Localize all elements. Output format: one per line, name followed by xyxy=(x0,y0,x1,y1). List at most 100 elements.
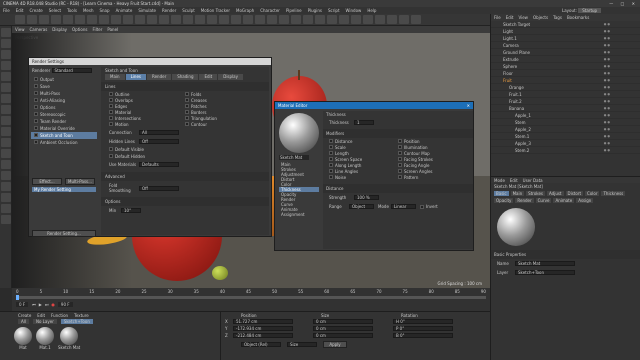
rotation-field[interactable]: P 0° xyxy=(393,326,453,331)
tab-lines[interactable]: Lines xyxy=(125,74,146,80)
line-type-checkbox[interactable] xyxy=(185,98,189,102)
object-row[interactable]: Light.1 ● ● xyxy=(491,35,640,42)
line-type-checkbox[interactable] xyxy=(109,104,113,108)
line-type-checkbox[interactable] xyxy=(185,122,189,126)
menu-render[interactable]: Render xyxy=(162,7,176,14)
range-dropdown[interactable]: Object xyxy=(349,204,374,209)
render-settings-item[interactable]: Multi-Pass xyxy=(31,90,97,97)
size-mode-dropdown[interactable]: Size xyxy=(287,342,317,347)
thickness-field[interactable]: 1 xyxy=(354,120,374,125)
material-menu-item[interactable]: Create xyxy=(18,313,31,318)
modifier-checkbox[interactable] xyxy=(398,145,402,149)
visibility-dots-icon[interactable]: ● ● xyxy=(604,112,610,119)
toolbar-tool-icon[interactable] xyxy=(231,15,241,24)
menu-animate[interactable]: Animate xyxy=(116,7,133,14)
visibility-dots-icon[interactable]: ● ● xyxy=(604,84,610,91)
material-filter-tag[interactable]: All xyxy=(18,318,29,324)
render-settings-item-checkbox[interactable] xyxy=(34,91,38,95)
object-row[interactable]: Light ● ● xyxy=(491,28,640,35)
modifier-checkbox[interactable] xyxy=(329,139,333,143)
attributes-tab[interactable]: Curve xyxy=(535,198,552,203)
apply-button[interactable]: Apply xyxy=(323,341,347,348)
attributes-tab[interactable]: Strokes xyxy=(526,191,545,196)
render-settings-item[interactable]: Anti-Aliasing xyxy=(31,97,97,104)
toolbar-tool-icon[interactable] xyxy=(147,15,157,24)
tab-edit[interactable]: Edit xyxy=(199,74,218,80)
toolbar-tool-icon[interactable] xyxy=(135,15,145,24)
visibility-dots-icon[interactable]: ● ● xyxy=(604,147,610,154)
multipass-button[interactable]: Multi-Pass... xyxy=(65,178,95,185)
render-settings-item-checkbox[interactable] xyxy=(34,105,38,109)
go-start-icon[interactable]: ⏮ xyxy=(32,302,36,307)
render-settings-item-checkbox[interactable] xyxy=(34,119,38,123)
object-row[interactable]: Stem.1 ● ● xyxy=(491,133,640,140)
modifier-checkbox[interactable] xyxy=(329,169,333,173)
render-settings-item[interactable]: Output xyxy=(31,76,97,83)
tab-render[interactable]: Render xyxy=(146,74,172,80)
material-menu-item[interactable]: Texture xyxy=(74,313,89,318)
material-filter-tag[interactable]: No Layer xyxy=(32,318,57,324)
object-row[interactable]: Fruit.2 ● ● xyxy=(491,98,640,105)
invert-checkbox[interactable] xyxy=(419,204,424,209)
toolbar-tool-icon[interactable] xyxy=(183,15,193,24)
layer-field[interactable]: Sketch+Toon xyxy=(515,270,575,275)
attributes-menu-item[interactable]: User Data xyxy=(523,178,543,183)
toolbar-tool-icon[interactable] xyxy=(375,15,385,24)
render-settings-item-checkbox[interactable] xyxy=(34,140,38,144)
toolbar-tool-icon[interactable] xyxy=(219,15,229,24)
toolbar-tool-icon[interactable] xyxy=(387,15,397,24)
material-menu-item[interactable]: Function xyxy=(51,313,68,318)
default-hidden-checkbox[interactable] xyxy=(109,154,113,158)
object-menu-item[interactable]: Bookmarks xyxy=(567,15,589,20)
line-type-checkbox[interactable] xyxy=(185,104,189,108)
default-visible-checkbox[interactable] xyxy=(109,147,113,151)
tab-display[interactable]: Display xyxy=(218,74,243,80)
visibility-dots-icon[interactable]: ● ● xyxy=(604,42,610,49)
modifier-checkbox[interactable] xyxy=(329,145,333,149)
menu-help[interactable]: Help xyxy=(367,7,376,14)
object-menu-item[interactable]: Tags xyxy=(553,15,562,20)
viewport-menu-cameras[interactable]: Cameras xyxy=(30,26,48,33)
menu-snap[interactable]: Snap xyxy=(99,7,109,14)
attributes-tab[interactable]: Thickness xyxy=(601,191,626,196)
render-settings-item[interactable]: Options xyxy=(31,104,97,111)
object-row[interactable]: Stem ● ● xyxy=(491,119,640,126)
toolbar-tool-icon[interactable] xyxy=(303,15,313,24)
toolbar-tool-icon[interactable] xyxy=(279,15,289,24)
visibility-dots-icon[interactable]: ● ● xyxy=(604,63,610,70)
mode-tool-icon[interactable] xyxy=(1,215,11,224)
toolbar-tool-icon[interactable] xyxy=(27,15,37,24)
visibility-dots-icon[interactable]: ● ● xyxy=(604,126,610,133)
toolbar-tool-icon[interactable] xyxy=(15,15,25,24)
render-settings-item-checkbox[interactable] xyxy=(34,133,38,137)
menu-select[interactable]: Select xyxy=(49,7,61,14)
line-type-checkbox[interactable] xyxy=(185,110,189,114)
attributes-tab[interactable]: Basic xyxy=(494,191,509,196)
attributes-tab[interactable]: Assign xyxy=(576,198,594,203)
object-menu-item[interactable]: View xyxy=(518,15,528,20)
visibility-dots-icon[interactable]: ● ● xyxy=(604,98,610,105)
material-swatch[interactable]: Sketch Mat xyxy=(58,327,80,350)
object-row[interactable]: Apple_3 ● ● xyxy=(491,140,640,147)
line-type-checkbox[interactable] xyxy=(109,92,113,96)
render-settings-titlebar[interactable]: Render Settings xyxy=(29,58,271,65)
line-type-checkbox[interactable] xyxy=(109,116,113,120)
modifier-checkbox[interactable] xyxy=(398,175,402,179)
toolbar-tool-icon[interactable] xyxy=(195,15,205,24)
modifier-checkbox[interactable] xyxy=(329,163,333,167)
mode-tool-icon[interactable] xyxy=(1,105,11,114)
viewport-menu-view[interactable]: View xyxy=(15,26,25,33)
material-menu-item[interactable]: Edit xyxy=(37,313,45,318)
use-materials-dropdown[interactable]: Defaults xyxy=(139,162,179,167)
timeline-track[interactable] xyxy=(16,296,486,299)
material-swatch[interactable]: Mat xyxy=(14,327,32,350)
toolbar-tool-icon[interactable] xyxy=(63,15,73,24)
render-setting-button[interactable]: Render Setting... xyxy=(32,230,96,237)
menu-pipeline[interactable]: Pipeline xyxy=(286,7,302,14)
mode-tool-icon[interactable] xyxy=(1,116,11,125)
visibility-dots-icon[interactable]: ● ● xyxy=(604,91,610,98)
effect-button[interactable]: Effect... xyxy=(32,178,62,185)
render-settings-item[interactable]: Save xyxy=(31,83,97,90)
modifier-checkbox[interactable] xyxy=(329,157,333,161)
playhead[interactable] xyxy=(16,295,19,300)
